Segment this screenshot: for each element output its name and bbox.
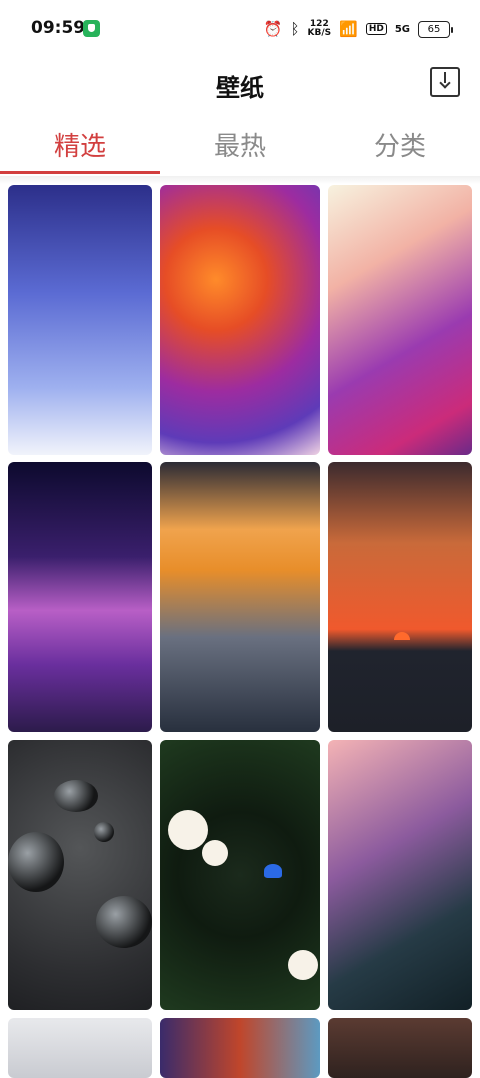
wallpaper-thumbnail[interactable] [160,740,320,1010]
wallpaper-thumbnail[interactable] [8,1018,152,1078]
flower-shape [288,950,318,980]
wallpaper-grid [0,0,480,1078]
water-drop [94,822,114,842]
water-drop [54,780,98,812]
wallpaper-shape [80,557,152,717]
wallpaper-thumbnail[interactable] [328,185,472,455]
wallpaper-thumbnail[interactable] [328,462,472,732]
sun-shape [394,632,410,640]
wallpaper-thumbnail[interactable] [328,740,472,1010]
flower-shape [202,840,228,866]
wallpaper-thumbnail[interactable] [160,1018,320,1078]
water-drop [96,896,152,948]
wallpaper-thumbnail[interactable] [328,1018,472,1078]
wallpaper-thumbnail[interactable] [8,462,152,732]
butterfly-shape [264,864,282,878]
wallpaper-thumbnail[interactable] [160,185,320,455]
wallpaper-thumbnail[interactable] [8,740,152,1010]
wallpaper-thumbnail[interactable] [160,462,320,732]
wallpaper-thumbnail[interactable] [8,185,152,455]
water-drop [8,832,64,892]
flower-shape [168,810,208,850]
